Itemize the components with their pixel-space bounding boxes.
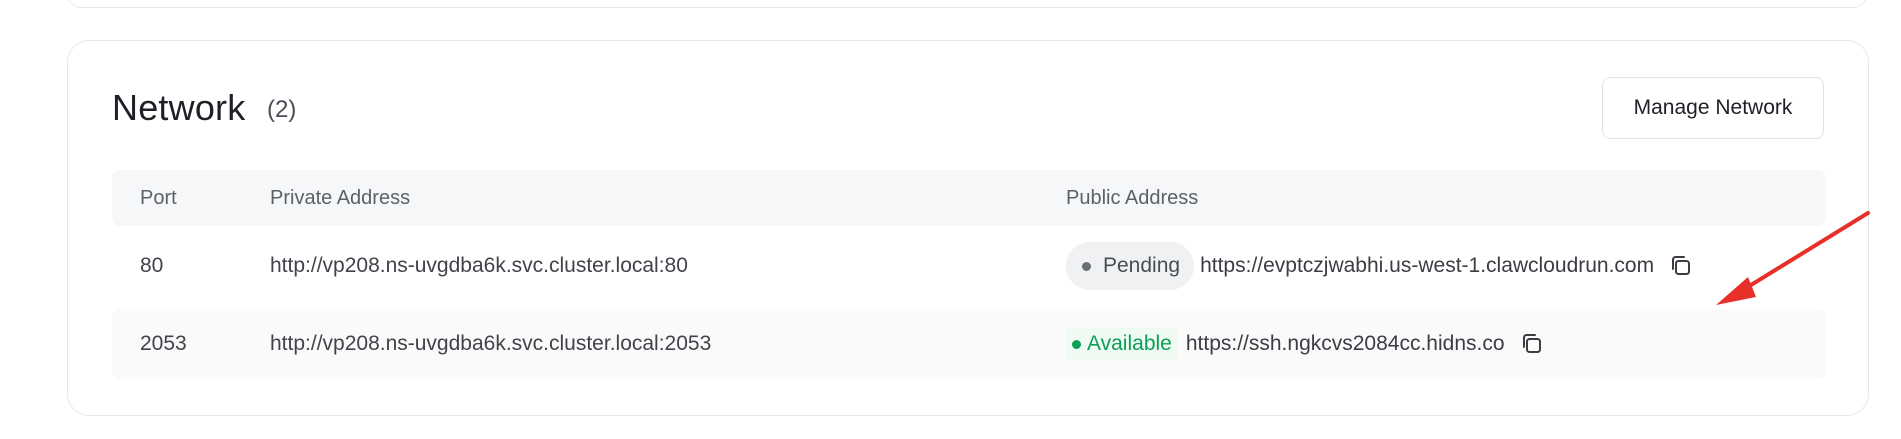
status-dot-icon bbox=[1082, 261, 1091, 271]
column-header-port: Port bbox=[140, 187, 177, 209]
table-row: 2053 http://vp208.ns-uvgdba6k.svc.cluste… bbox=[112, 309, 1826, 379]
copy-icon[interactable] bbox=[1668, 253, 1694, 279]
status-dot-icon bbox=[1072, 339, 1081, 349]
manage-network-button[interactable]: Manage Network bbox=[1602, 77, 1824, 139]
column-header-public-address: Public Address bbox=[1066, 187, 1199, 209]
annotation-arrow-icon bbox=[1716, 211, 1870, 305]
port-cell: 2053 bbox=[140, 332, 187, 355]
port-cell: 80 bbox=[140, 254, 164, 277]
private-address-cell: http://vp208.ns-uvgdba6k.svc.cluster.loc… bbox=[270, 254, 688, 277]
public-url-link[interactable]: https://ssh.ngkcvs2084cc.hidns.co bbox=[1186, 332, 1505, 356]
column-header-private-address: Private Address bbox=[270, 187, 411, 209]
status-text: Pending bbox=[1103, 254, 1181, 277]
public-address-cell: Pending https://evptczjwabhi.us-west-1.c… bbox=[1066, 231, 1694, 301]
network-count: (2) bbox=[267, 96, 297, 123]
network-card: Network (2) Manage Network Port Private … bbox=[67, 40, 1870, 416]
copy-icon[interactable] bbox=[1519, 331, 1545, 357]
public-address-cell: Available https://ssh.ngkcvs2084cc.hidns… bbox=[1066, 309, 1545, 379]
previous-section-card bbox=[67, 0, 1867, 8]
table-row: 80 http://vp208.ns-uvgdba6k.svc.cluster.… bbox=[112, 231, 1826, 301]
section-title: Network bbox=[112, 87, 246, 128]
private-address-cell: http://vp208.ns-uvgdba6k.svc.cluster.loc… bbox=[270, 332, 712, 355]
status-text: Available bbox=[1087, 332, 1172, 355]
status-badge-available: Available bbox=[1066, 327, 1178, 361]
public-url-link[interactable]: https://evptczjwabhi.us-west-1.clawcloud… bbox=[1200, 254, 1654, 278]
table-header: Port Private Address Public Address bbox=[112, 170, 1826, 226]
status-badge-pending: Pending bbox=[1066, 242, 1195, 290]
